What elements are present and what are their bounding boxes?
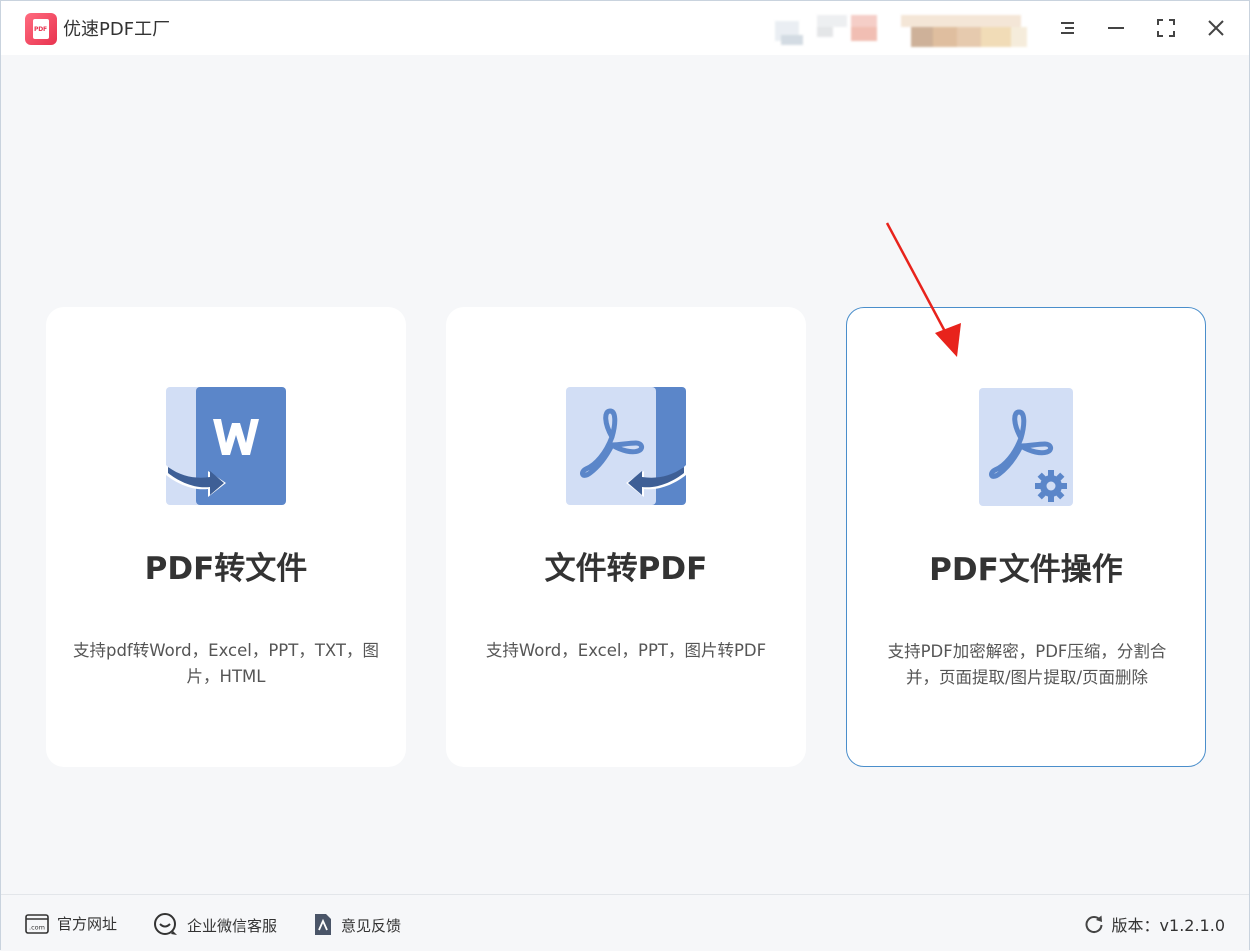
wechat-icon (154, 913, 177, 935)
feedback-label: 意见反馈 (341, 916, 402, 935)
footer-bar: .com 官方网址 企业微信客服 意见反馈 版本：v1.2.1.0 (1, 894, 1249, 951)
feedback-link[interactable]: 意见反馈 (313, 913, 401, 937)
card-title: PDF转文件 (144, 551, 308, 587)
word-convert-icon (166, 387, 286, 507)
app-title: 优速PDF工厂 (63, 19, 171, 40)
menu-icon[interactable] (1050, 11, 1084, 45)
website-icon: .com (25, 913, 49, 934)
refresh-icon (1085, 915, 1103, 934)
version-label: 版本：v1.2.1.0 (1111, 916, 1225, 935)
card-title: PDF文件操作 (929, 552, 1123, 588)
card-description: 支持pdf转Word，Excel，PPT，TXT，图片，HTML (72, 641, 380, 686)
minimize-icon[interactable] (1099, 11, 1133, 45)
user-info-blurred[interactable] (771, 13, 1031, 49)
close-icon[interactable] (1199, 11, 1233, 45)
app-logo-icon: PDF (25, 13, 57, 45)
title-bar: PDF 优速PDF工厂 (1, 1, 1249, 55)
maximize-icon[interactable] (1149, 11, 1183, 45)
pdf-settings-icon (979, 388, 1075, 508)
app-window: PDF 优速PDF工厂 PDF转文件 支持pdf转Word，Excel，PPT，… (0, 0, 1250, 951)
pdf-convert-icon (566, 387, 686, 507)
website-label: 官方网址 (57, 915, 118, 933)
feedback-icon (315, 914, 331, 935)
version-info[interactable]: 版本：v1.2.1.0 (1084, 912, 1225, 936)
card-title: 文件转PDF (544, 551, 708, 587)
wechat-support-link[interactable]: 企业微信客服 (153, 913, 277, 937)
card-file-to-pdf[interactable]: 文件转PDF 支持Word，Excel，PPT，图片转PDF (446, 307, 806, 767)
card-pdf-operations[interactable]: PDF文件操作 支持PDF加密解密，PDF压缩，分割合并，页面提取/图片提取/页… (846, 307, 1206, 767)
svg-text:.com: .com (29, 923, 45, 931)
annotation-arrow-icon (885, 222, 961, 357)
card-pdf-to-file[interactable]: PDF转文件 支持pdf转Word，Excel，PPT，TXT，图片，HTML (46, 307, 406, 767)
card-description: 支持Word，Excel，PPT，图片转PDF (485, 641, 767, 660)
wechat-label: 企业微信客服 (187, 916, 278, 935)
card-description: 支持PDF加密解密，PDF压缩，分割合并，页面提取/图片提取/页面删除 (887, 642, 1167, 687)
website-link[interactable]: .com 官方网址 (25, 913, 117, 934)
